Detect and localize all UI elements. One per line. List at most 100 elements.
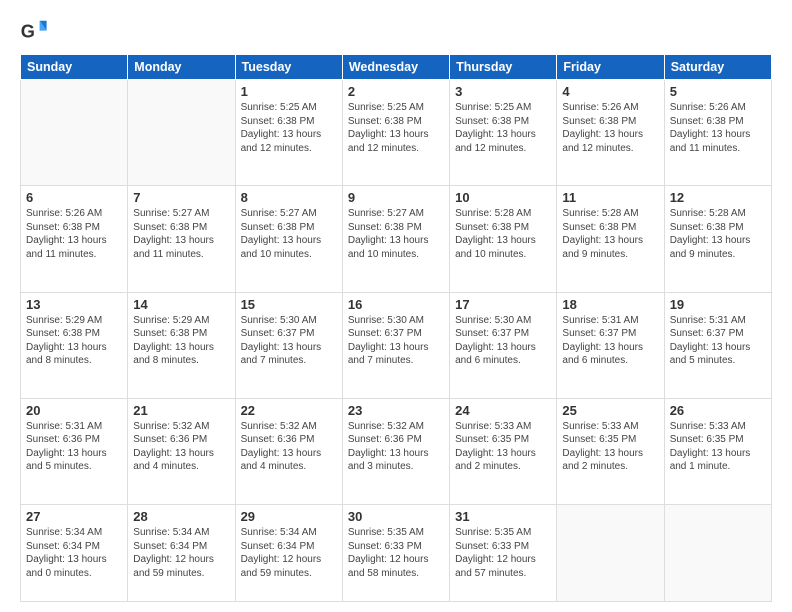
day-number: 12 xyxy=(670,190,766,205)
calendar-cell: 4 Sunrise: 5:26 AM Sunset: 6:38 PM Daylig… xyxy=(557,80,664,186)
calendar-cell: 7 Sunrise: 5:27 AM Sunset: 6:38 PM Daylig… xyxy=(128,186,235,292)
calendar-cell: 22 Sunrise: 5:32 AM Sunset: 6:36 PM Dayli… xyxy=(235,398,342,504)
calendar-cell: 29Sunrise: 5:34 AM Sunset: 6:34 PM Dayli… xyxy=(235,505,342,602)
calendar-cell: 3Sunrise: 5:25 AM Sunset: 6:38 PM Daylig… xyxy=(450,80,557,186)
day-info: Sunrise: 5:27 AM Sunset: 6:38 PM Dayligh… xyxy=(348,207,444,261)
calendar-cell: 1 Sunrise: 5:25 AM Sunset: 6:38 PM Daylig… xyxy=(235,80,342,186)
day-info: Sunrise: 5:31 AM Sunset: 6:37 PM Dayligh… xyxy=(562,314,658,368)
calendar-cell: 26Sunrise: 5:33 AM Sunset: 6:35 PM Dayli… xyxy=(664,398,771,504)
day-info: Sunrise: 5:32 AM Sunset: 6:36 PM Dayligh… xyxy=(241,420,337,474)
day-info: Sunrise: 5:34 AM Sunset: 6:34 PM Dayligh… xyxy=(241,526,337,580)
day-info: Sunrise: 5:35 AM Sunset: 6:33 PM Dayligh… xyxy=(348,526,444,580)
day-number: 2 xyxy=(348,84,444,99)
calendar-cell: 10 Sunrise: 5:28 AM Sunset: 6:38 PM Dayli… xyxy=(450,186,557,292)
day-number: 31 xyxy=(455,509,551,524)
day-number: 26 xyxy=(670,403,766,418)
day-number: 25 xyxy=(562,403,658,418)
day-info: Sunrise: 5:34 AM Sunset: 6:34 PM Dayligh… xyxy=(26,526,122,580)
day-info: Sunrise: 5:31 AM Sunset: 6:36 PM Dayligh… xyxy=(26,420,122,474)
calendar-cell: 9 Sunrise: 5:27 AM Sunset: 6:38 PM Daylig… xyxy=(342,186,449,292)
day-info: Sunrise: 5:26 AM Sunset: 6:38 PM Dayligh… xyxy=(562,101,658,155)
calendar-cell: 13Sunrise: 5:29 AM Sunset: 6:38 PM Dayli… xyxy=(21,292,128,398)
day-number: 24 xyxy=(455,403,551,418)
day-number: 6 xyxy=(26,190,122,205)
col-wednesday: Wednesday xyxy=(342,55,449,80)
day-number: 13 xyxy=(26,297,122,312)
calendar-cell: 24 Sunrise: 5:33 AM Sunset: 6:35 PM Dayli… xyxy=(450,398,557,504)
svg-text:G: G xyxy=(21,22,35,42)
calendar-cell: 19 Sunrise: 5:31 AM Sunset: 6:37 PM Dayli… xyxy=(664,292,771,398)
calendar-cell: 31 Sunrise: 5:35 AM Sunset: 6:33 PM Dayli… xyxy=(450,505,557,602)
day-number: 7 xyxy=(133,190,229,205)
day-info: Sunrise: 5:29 AM Sunset: 6:38 PM Dayligh… xyxy=(133,314,229,368)
week-row-4: 27 Sunrise: 5:34 AM Sunset: 6:34 PM Dayli… xyxy=(21,505,772,602)
col-saturday: Saturday xyxy=(664,55,771,80)
calendar-cell: 25 Sunrise: 5:33 AM Sunset: 6:35 PM Dayli… xyxy=(557,398,664,504)
header: G xyxy=(20,18,772,46)
calendar-cell: 20 Sunrise: 5:31 AM Sunset: 6:36 PM Dayli… xyxy=(21,398,128,504)
day-number: 3 xyxy=(455,84,551,99)
day-info: Sunrise: 5:30 AM Sunset: 6:37 PM Dayligh… xyxy=(455,314,551,368)
col-tuesday: Tuesday xyxy=(235,55,342,80)
calendar-cell xyxy=(664,505,771,602)
day-number: 11 xyxy=(562,190,658,205)
day-number: 19 xyxy=(670,297,766,312)
day-number: 20 xyxy=(26,403,122,418)
day-info: Sunrise: 5:31 AM Sunset: 6:37 PM Dayligh… xyxy=(670,314,766,368)
day-number: 9 xyxy=(348,190,444,205)
day-number: 27 xyxy=(26,509,122,524)
day-info: Sunrise: 5:35 AM Sunset: 6:33 PM Dayligh… xyxy=(455,526,551,580)
day-number: 22 xyxy=(241,403,337,418)
day-info: Sunrise: 5:32 AM Sunset: 6:36 PM Dayligh… xyxy=(133,420,229,474)
day-info: Sunrise: 5:32 AM Sunset: 6:36 PM Dayligh… xyxy=(348,420,444,474)
calendar-cell: 23 Sunrise: 5:32 AM Sunset: 6:36 PM Dayli… xyxy=(342,398,449,504)
week-row-3: 20 Sunrise: 5:31 AM Sunset: 6:36 PM Dayli… xyxy=(21,398,772,504)
calendar-cell: 21 Sunrise: 5:32 AM Sunset: 6:36 PM Dayli… xyxy=(128,398,235,504)
week-row-0: 1 Sunrise: 5:25 AM Sunset: 6:38 PM Daylig… xyxy=(21,80,772,186)
day-number: 4 xyxy=(562,84,658,99)
calendar-cell: 2Sunrise: 5:25 AM Sunset: 6:38 PM Daylig… xyxy=(342,80,449,186)
col-friday: Friday xyxy=(557,55,664,80)
day-info: Sunrise: 5:33 AM Sunset: 6:35 PM Dayligh… xyxy=(562,420,658,474)
col-sunday: Sunday xyxy=(21,55,128,80)
calendar-cell: 28Sunrise: 5:34 AM Sunset: 6:34 PM Dayli… xyxy=(128,505,235,602)
calendar-cell xyxy=(557,505,664,602)
day-info: Sunrise: 5:26 AM Sunset: 6:38 PM Dayligh… xyxy=(26,207,122,261)
calendar-cell: 18Sunrise: 5:31 AM Sunset: 6:37 PM Dayli… xyxy=(557,292,664,398)
calendar-cell xyxy=(128,80,235,186)
day-number: 5 xyxy=(670,84,766,99)
day-info: Sunrise: 5:30 AM Sunset: 6:37 PM Dayligh… xyxy=(241,314,337,368)
logo: G xyxy=(20,18,52,46)
day-info: Sunrise: 5:28 AM Sunset: 6:38 PM Dayligh… xyxy=(670,207,766,261)
day-number: 1 xyxy=(241,84,337,99)
week-row-2: 13 Sunrise: 5:29 AM Sunset: 6:38 PM Dayli… xyxy=(21,292,772,398)
day-info: Sunrise: 5:34 AM Sunset: 6:34 PM Dayligh… xyxy=(133,526,229,580)
logo-icon: G xyxy=(20,18,48,46)
day-info: Sunrise: 5:27 AM Sunset: 6:38 PM Dayligh… xyxy=(241,207,337,261)
day-number: 15 xyxy=(241,297,337,312)
day-info: Sunrise: 5:25 AM Sunset: 6:38 PM Dayligh… xyxy=(241,101,337,155)
day-info: Sunrise: 5:28 AM Sunset: 6:38 PM Dayligh… xyxy=(455,207,551,261)
calendar-cell: 5 Sunrise: 5:26 AM Sunset: 6:38 PM Daylig… xyxy=(664,80,771,186)
day-info: Sunrise: 5:33 AM Sunset: 6:35 PM Dayligh… xyxy=(455,420,551,474)
calendar-cell: 12 Sunrise: 5:28 AM Sunset: 6:38 PM Dayli… xyxy=(664,186,771,292)
day-number: 17 xyxy=(455,297,551,312)
calendar-cell: 27 Sunrise: 5:34 AM Sunset: 6:34 PM Dayli… xyxy=(21,505,128,602)
day-info: Sunrise: 5:26 AM Sunset: 6:38 PM Dayligh… xyxy=(670,101,766,155)
calendar-cell: 11Sunrise: 5:28 AM Sunset: 6:38 PM Dayli… xyxy=(557,186,664,292)
calendar-cell: 8 Sunrise: 5:27 AM Sunset: 6:38 PM Daylig… xyxy=(235,186,342,292)
day-info: Sunrise: 5:30 AM Sunset: 6:37 PM Dayligh… xyxy=(348,314,444,368)
week-row-1: 6 Sunrise: 5:26 AM Sunset: 6:38 PM Daylig… xyxy=(21,186,772,292)
calendar-cell: 14 Sunrise: 5:29 AM Sunset: 6:38 PM Dayli… xyxy=(128,292,235,398)
day-number: 8 xyxy=(241,190,337,205)
day-number: 14 xyxy=(133,297,229,312)
day-number: 30 xyxy=(348,509,444,524)
day-info: Sunrise: 5:27 AM Sunset: 6:38 PM Dayligh… xyxy=(133,207,229,261)
calendar-cell: 17 Sunrise: 5:30 AM Sunset: 6:37 PM Dayli… xyxy=(450,292,557,398)
day-number: 23 xyxy=(348,403,444,418)
col-thursday: Thursday xyxy=(450,55,557,80)
calendar-cell: 15 Sunrise: 5:30 AM Sunset: 6:37 PM Dayli… xyxy=(235,292,342,398)
calendar-table: Sunday Monday Tuesday Wednesday Thursday… xyxy=(20,54,772,602)
day-number: 10 xyxy=(455,190,551,205)
day-number: 21 xyxy=(133,403,229,418)
